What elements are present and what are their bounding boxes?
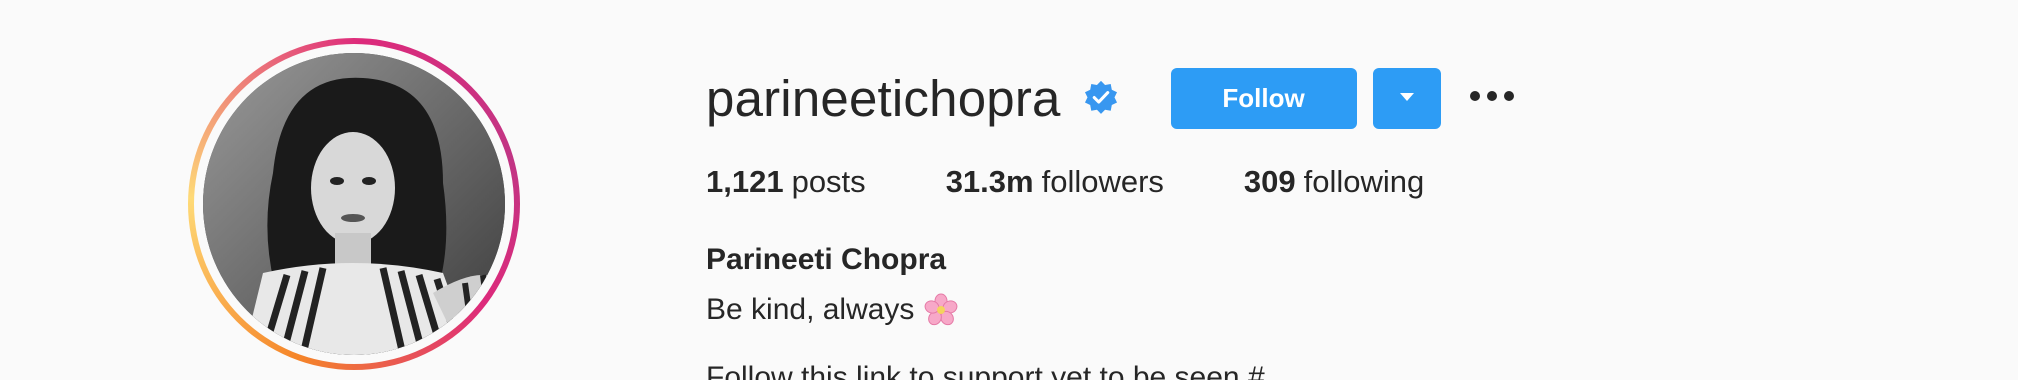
username: parineetichopra [706,69,1061,127]
chevron-down-icon [1399,89,1415,107]
profile-stats: 1,121 posts 31.3m followers 309 following [706,162,1515,202]
full-name: Parineeti Chopra [706,243,947,276]
avatar-story-ring[interactable] [188,38,520,370]
posts-count: 1,121 [706,164,784,199]
profile-page: parineetichopra Follow 1,121 posts 31.3m… [0,0,2018,380]
follow-button[interactable]: Follow [1170,67,1357,129]
more-options-button[interactable] [1469,78,1515,118]
followers-stat[interactable]: 31.3m followers [946,164,1164,200]
followers-count: 31.3m [945,164,1034,199]
bio-text: Be kind, always [706,293,915,326]
more-options-icon [1469,89,1515,107]
posts-stat: 1,121 posts [706,164,866,200]
profile-header: parineetichopra Follow [706,58,1515,138]
following-stat[interactable]: 309 following [1244,164,1424,200]
posts-label: posts [791,164,866,199]
bio: Be kind, always [706,288,1515,332]
bio-link-line: Follow this link to support yet to be se… [706,361,1265,380]
cherry-blossom-icon [924,293,958,327]
suggested-accounts-dropdown-button[interactable] [1372,67,1441,129]
avatar-photo [203,53,505,355]
following-label: following [1303,164,1425,199]
verified-badge-icon [1083,80,1119,116]
avatar[interactable] [203,53,505,355]
following-count: 309 [1243,164,1296,199]
profile-info: parineetichopra Follow 1,121 posts 31.3m… [706,58,1515,380]
followers-label: followers [1041,164,1164,199]
